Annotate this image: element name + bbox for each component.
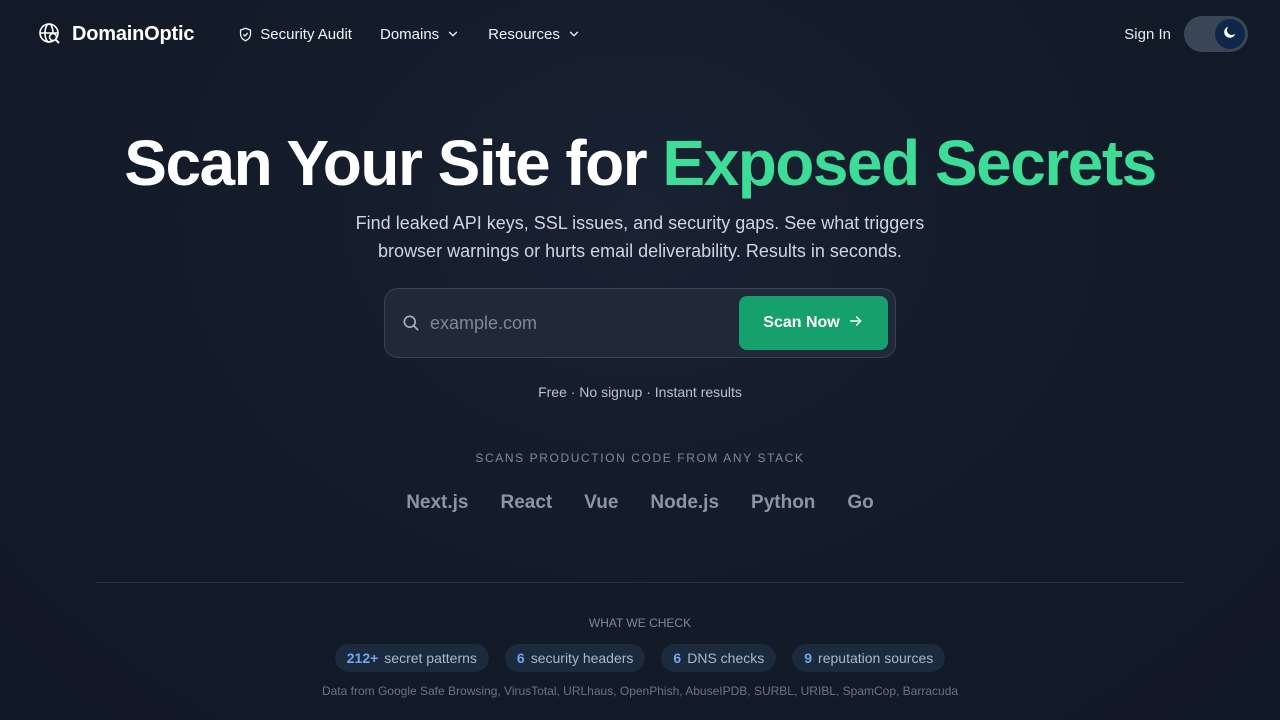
stack-item-react: React <box>500 492 553 513</box>
domain-input[interactable] <box>430 312 739 334</box>
pill-number: 6 <box>516 650 525 666</box>
brand-name: DomainOptic <box>72 22 195 45</box>
checks-pills: 212+ secret patterns 6 security headers … <box>0 644 1280 672</box>
pill-text: secret patterns <box>384 650 477 666</box>
pill-text: DNS checks <box>687 650 765 666</box>
search-icon <box>401 313 421 333</box>
nav-link-label: Domains <box>379 25 440 43</box>
moon-icon <box>1222 24 1238 45</box>
stack-item-go: Go <box>847 492 874 513</box>
section-divider <box>96 582 1184 583</box>
nav-links: Security Audit Domains Resources <box>238 26 581 43</box>
pill-dns-checks: 6 DNS checks <box>661 644 777 672</box>
scan-now-label: Scan Now <box>763 314 840 331</box>
checks-label: WHAT WE CHECK <box>588 616 692 630</box>
pill-number: 212+ <box>346 650 379 666</box>
hero-subtitle-line-2: browser warnings or hurts email delivera… <box>378 241 902 261</box>
nav-right: Sign In <box>1124 16 1248 52</box>
scan-now-button[interactable]: Scan Now <box>739 296 888 350</box>
brand-logo-link[interactable]: DomainOptic <box>38 22 194 46</box>
sign-in-link[interactable]: Sign In <box>1124 26 1171 43</box>
pill-number: 6 <box>673 650 682 666</box>
shield-icon <box>238 27 253 42</box>
scan-form: Scan Now <box>384 288 896 358</box>
nav-link-resources[interactable]: Resources <box>488 26 581 43</box>
nav-link-label: Security Audit <box>260 25 352 43</box>
nav-link-label: Resources <box>488 25 560 43</box>
theme-toggle-knob <box>1215 19 1245 49</box>
globe-search-icon <box>38 22 62 46</box>
hero-title-plain: Scan Your Site for <box>124 127 647 199</box>
stack-label: SCANS PRODUCTION CODE FROM ANY STACK <box>475 451 805 465</box>
hero-title-accent: Exposed Secrets <box>662 127 1157 199</box>
pill-security-headers: 6 security headers <box>504 644 646 672</box>
pill-reputation-sources: 9 reputation sources <box>792 644 946 672</box>
pill-text: reputation sources <box>818 650 934 666</box>
scan-hint: Free · No signup · Instant results <box>538 384 742 400</box>
nav-link-security-audit[interactable]: Security Audit <box>238 26 352 43</box>
data-sources-text: Data from Google Safe Browsing, VirusTot… <box>321 684 959 698</box>
hero-title: Scan Your Site for Exposed Secrets <box>0 126 1280 200</box>
hero-subtitle: Find leaked API keys, SSL issues, and se… <box>290 209 990 265</box>
pill-secret-patterns: 212+ secret patterns <box>334 644 489 672</box>
stack-item-nextjs: Next.js <box>406 492 469 513</box>
stack-item-nodejs: Node.js <box>650 492 720 513</box>
nav-link-domains[interactable]: Domains <box>380 26 460 43</box>
stack-item-vue: Vue <box>584 492 619 513</box>
pill-number: 9 <box>804 650 813 666</box>
stack-item-python: Python <box>751 492 816 513</box>
hero-subtitle-line-1: Find leaked API keys, SSL issues, and se… <box>355 213 925 233</box>
chevron-down-icon <box>446 27 460 41</box>
theme-toggle[interactable] <box>1184 16 1248 52</box>
top-nav: DomainOptic Security Audit Domains Resou… <box>0 0 1280 68</box>
stack-list: Next.js React Vue Node.js Python Go <box>0 492 1280 514</box>
chevron-down-icon <box>567 27 581 41</box>
pill-text: security headers <box>530 650 634 666</box>
arrow-right-icon <box>848 313 864 334</box>
